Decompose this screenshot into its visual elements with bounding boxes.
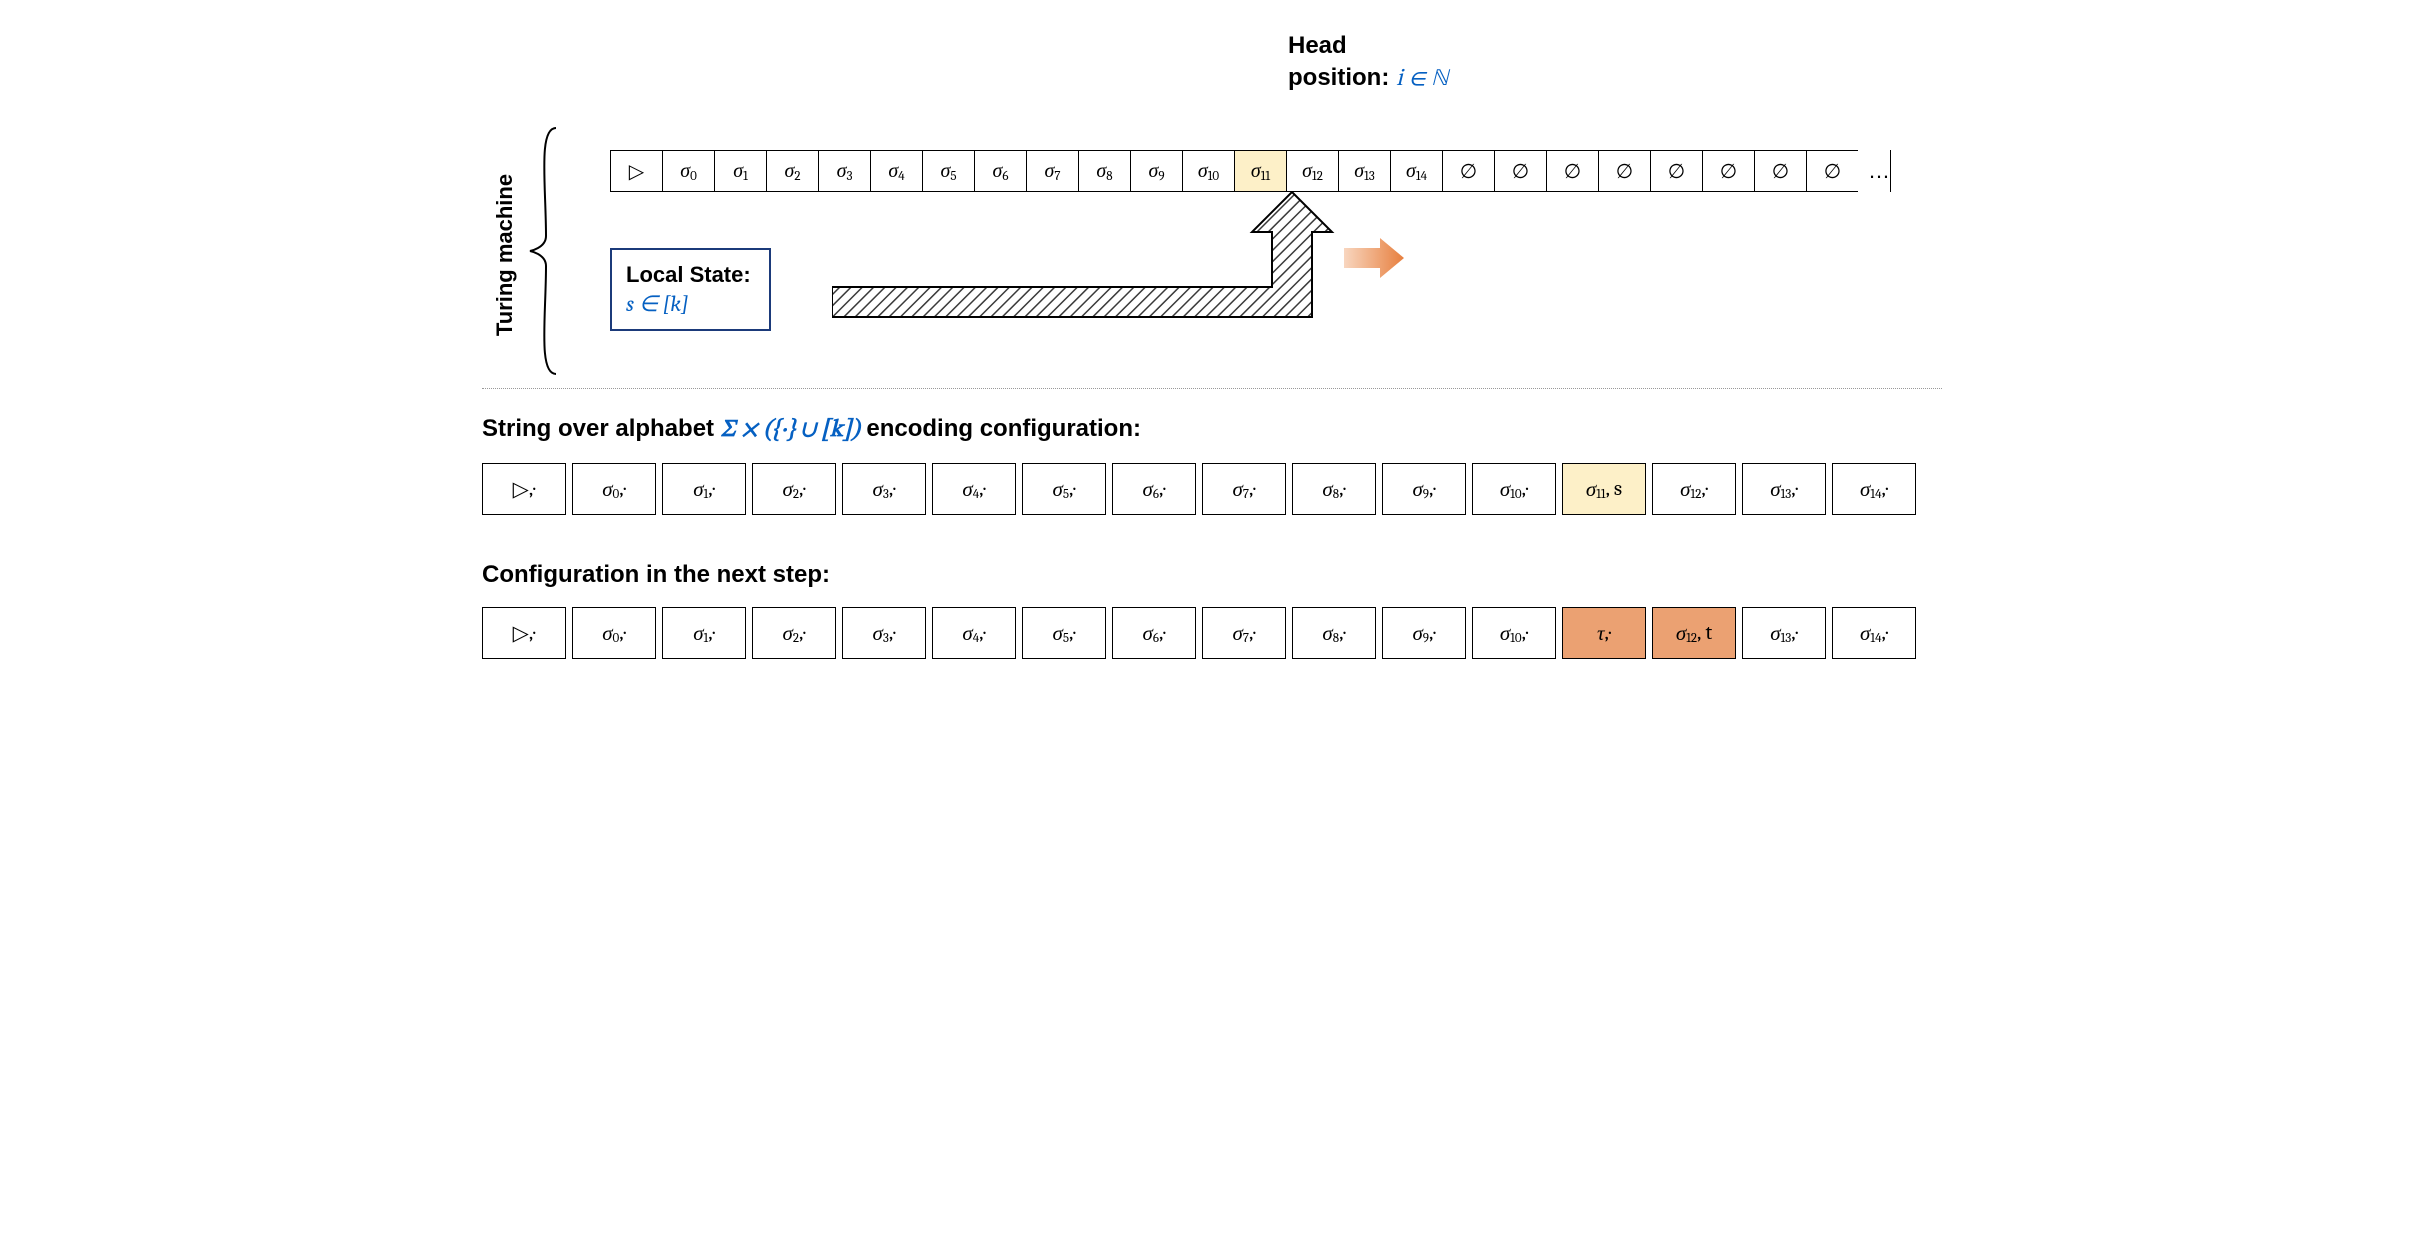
config-row-current: ▷,·σ0,·σ1,·σ2,·σ3,·σ4,·σ5,·σ6,·σ7,·σ8,·σ… (482, 463, 1942, 515)
head-arrow-icon (832, 192, 1352, 322)
config-cell: σ1,· (662, 463, 746, 515)
divider (482, 388, 1942, 389)
config-cell: σ3,· (842, 463, 926, 515)
config-cell: σ5,· (1022, 607, 1106, 659)
tape-cell: ∅ (1650, 150, 1702, 192)
tape-cell: ▷ (610, 150, 662, 192)
config-cell: ▷,· (482, 463, 566, 515)
tape-cell: σ5 (922, 150, 974, 192)
config-cell: σ14,· (1832, 463, 1916, 515)
tape-cell: ∅ (1442, 150, 1494, 192)
config-cell: σ10,· (1472, 607, 1556, 659)
head-label-line2: position: i ∈ ℕ (1288, 62, 1448, 95)
config-cell: σ12,· (1652, 463, 1736, 515)
tape-cell: σ11 (1234, 150, 1286, 192)
tape-cell: σ2 (766, 150, 818, 192)
config-cell: σ2,· (752, 463, 836, 515)
turing-machine-panel: Turing machine Head position: i ∈ ℕ ▷σ0σ… (482, 30, 1942, 380)
tape-cell: σ8 (1078, 150, 1130, 192)
tape-cell: σ1 (714, 150, 766, 192)
config-cell: σ12, t (1652, 607, 1736, 659)
config-cell: σ2,· (752, 607, 836, 659)
config-cell: σ8,· (1292, 607, 1376, 659)
config-cell: σ13,· (1742, 463, 1826, 515)
move-right-arrow-icon (1342, 236, 1406, 280)
tape-cell: σ14 (1390, 150, 1442, 192)
tape-cell: ∅ (1754, 150, 1806, 192)
vertical-label: Turing machine (490, 130, 520, 380)
config-cell: σ3,· (842, 607, 926, 659)
tape-cell: ∅ (1546, 150, 1598, 192)
config-cell: σ0,· (572, 463, 656, 515)
config-cell: σ1,· (662, 607, 746, 659)
config-cell: σ7,· (1202, 607, 1286, 659)
tape-cell: σ6 (974, 150, 1026, 192)
vertical-label-text: Turing machine (492, 174, 518, 336)
config-cell: σ8,· (1292, 463, 1376, 515)
config-cell: σ6,· (1112, 463, 1196, 515)
tape-cell: σ3 (818, 150, 870, 192)
config-cell: ▷,· (482, 607, 566, 659)
config-cell: τ,· (1562, 607, 1646, 659)
local-state-box: Local State: s ∈ [k] (610, 248, 771, 331)
tape-cell: σ13 (1338, 150, 1390, 192)
config-cell: σ4,· (932, 463, 1016, 515)
config-cell: σ7,· (1202, 463, 1286, 515)
config-cell: σ5,· (1022, 463, 1106, 515)
config-cell: σ0,· (572, 607, 656, 659)
config-cell: σ9,· (1382, 607, 1466, 659)
tape-cell: ∅ (1598, 150, 1650, 192)
config-cell: σ10,· (1472, 463, 1556, 515)
tape-ellipsis: … (1858, 150, 1890, 192)
tape-cell: σ0 (662, 150, 714, 192)
config-cell: σ14,· (1832, 607, 1916, 659)
local-state-math: s ∈ [k] (626, 290, 751, 320)
tape-cell: ∅ (1806, 150, 1858, 192)
head-position-label: Head position: i ∈ ℕ (1288, 30, 1448, 96)
config-cell: σ6,· (1112, 607, 1196, 659)
config-cell: σ4,· (932, 607, 1016, 659)
tape-cell: ∅ (1702, 150, 1754, 192)
tape-cell: σ4 (870, 150, 922, 192)
tape: ▷σ0σ1σ2σ3σ4σ5σ6σ7σ8σ9σ10σ11σ12σ13σ14∅∅∅∅… (610, 150, 1891, 192)
section2-title: Configuration in the next step: (482, 561, 1942, 589)
section1-title: String over alphabet Σ × ({·} ∪ [k]) enc… (482, 415, 1942, 445)
config-row-next: ▷,·σ0,·σ1,·σ2,·σ3,·σ4,·σ5,·σ6,·σ7,·σ8,·σ… (482, 607, 1942, 659)
tape-cell: σ9 (1130, 150, 1182, 192)
config-cell: σ13,· (1742, 607, 1826, 659)
tape-cell: σ10 (1182, 150, 1234, 192)
head-label-line1: Head (1288, 30, 1448, 62)
brace-icon (528, 126, 558, 376)
config-cell: σ11, s (1562, 463, 1646, 515)
local-state-title: Local State: (626, 260, 751, 290)
tape-cell: ∅ (1494, 150, 1546, 192)
tape-cell: σ7 (1026, 150, 1078, 192)
tape-cell: σ12 (1286, 150, 1338, 192)
config-cell: σ9,· (1382, 463, 1466, 515)
